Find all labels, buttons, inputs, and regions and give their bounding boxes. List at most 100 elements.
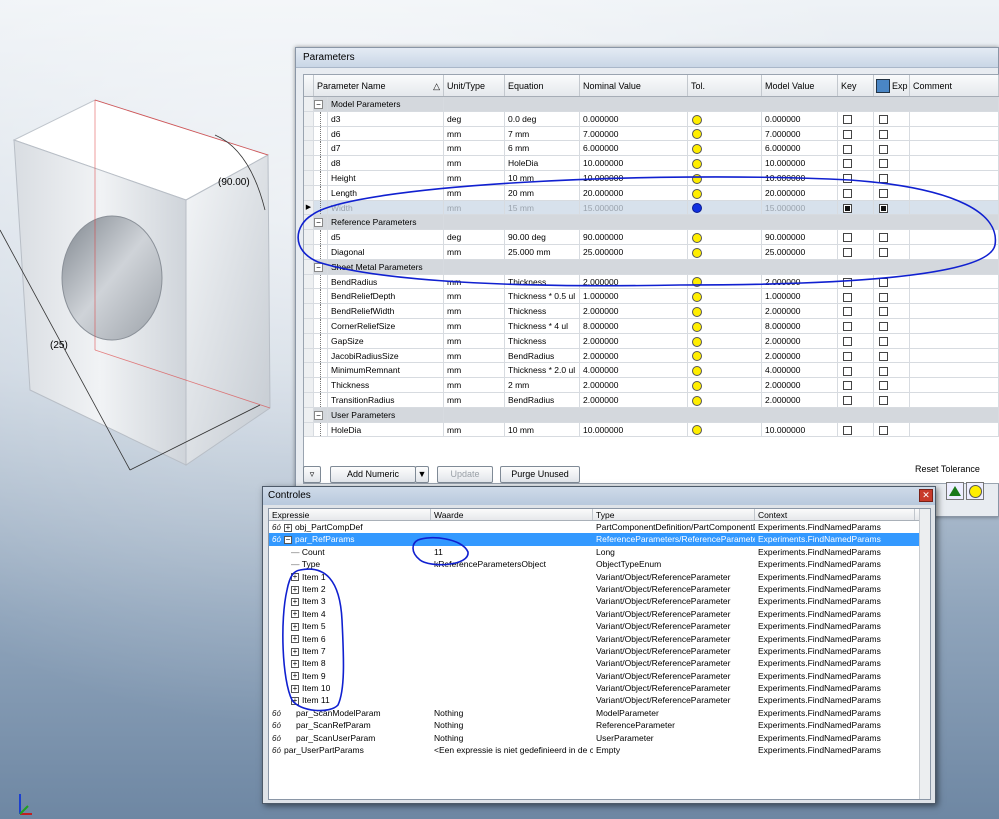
parameter-name[interactable]: JacobiRadiusSize bbox=[328, 348, 444, 363]
parameter-unit[interactable]: deg bbox=[444, 111, 505, 126]
parameter-name[interactable]: Width bbox=[328, 200, 444, 215]
row-selector[interactable]: ▶ bbox=[304, 200, 314, 215]
parameter-tolerance[interactable] bbox=[688, 156, 762, 170]
watch-expression-cell[interactable]: + Item 7 bbox=[269, 645, 431, 657]
parameter-unit[interactable]: mm bbox=[444, 156, 505, 170]
parameter-row[interactable]: GapSize mm Thickness 2.000000 2.000000 bbox=[304, 333, 999, 349]
parameter-group-row[interactable]: − Model Parameters bbox=[304, 97, 999, 112]
parameter-row[interactable]: Thickness mm 2 mm 2.000000 2.000000 bbox=[304, 378, 999, 393]
parameter-equation[interactable]: 7 mm bbox=[505, 126, 580, 141]
row-selector[interactable] bbox=[304, 97, 314, 111]
parameter-name[interactable]: d6 bbox=[328, 126, 444, 141]
watch-row[interactable]: 6ó par_ScanModelParam Nothing ModelParamete… bbox=[269, 707, 930, 719]
watch-row[interactable]: + Item 10 Variant/Object/ReferenceParamete… bbox=[269, 682, 930, 694]
parameter-row[interactable]: d6 mm 7 mm 7.000000 7.000000 bbox=[304, 126, 999, 142]
key-checkbox[interactable] bbox=[843, 189, 852, 199]
row-selector[interactable] bbox=[304, 126, 314, 141]
parameter-equation[interactable]: 90.00 deg bbox=[505, 230, 580, 244]
parameter-row[interactable]: d5 deg 90.00 deg 90.000000 90.000000 bbox=[304, 230, 999, 245]
key-checkbox[interactable] bbox=[843, 337, 852, 346]
expand-icon[interactable]: + bbox=[291, 598, 299, 607]
watch-row[interactable]: — Count 11 Long Experiments.FindNamedParams bbox=[269, 546, 930, 558]
watch-row[interactable]: + Item 2 Variant/Object/ReferenceParameter… bbox=[269, 583, 930, 595]
tolerance-dot-icon[interactable] bbox=[692, 425, 702, 436]
parameter-tolerance[interactable] bbox=[688, 333, 762, 348]
header-parameter-name[interactable]: Parameter Name △ bbox=[314, 75, 444, 96]
parameter-row[interactable]: Height mm 10 mm 10.000000 10.000000 bbox=[304, 170, 999, 186]
parameter-name[interactable]: HoleDia bbox=[328, 422, 444, 437]
header-nominal[interactable]: Nominal Value bbox=[580, 75, 688, 96]
parameter-tolerance[interactable] bbox=[688, 304, 762, 318]
parameter-row[interactable]: Length mm 20 mm 20.000000 20.000000 bbox=[304, 185, 999, 201]
parameter-tolerance[interactable] bbox=[688, 289, 762, 304]
parameter-name[interactable]: BendReliefDepth bbox=[328, 289, 444, 304]
key-checkbox[interactable] bbox=[843, 159, 852, 169]
key-checkbox[interactable] bbox=[843, 203, 852, 213]
parameter-equation[interactable]: 2 mm bbox=[505, 378, 580, 392]
parameter-comment[interactable] bbox=[910, 363, 999, 378]
parameter-name[interactable]: d5 bbox=[328, 230, 444, 244]
parameter-tolerance[interactable] bbox=[688, 318, 762, 333]
watch-row[interactable]: 6ó − par_RefParams ReferenceParameters/Refe… bbox=[269, 533, 930, 546]
parameter-group-row[interactable]: − Sheet Metal Parameters bbox=[304, 259, 999, 275]
parameter-group-row[interactable]: − Reference Parameters bbox=[304, 215, 999, 231]
parameter-equation[interactable]: Thickness bbox=[505, 304, 580, 318]
sort-triangle-icon[interactable]: △ bbox=[433, 75, 440, 96]
watch-row[interactable]: + Item 4 Variant/Object/ReferenceParameter… bbox=[269, 608, 930, 620]
parameter-row[interactable]: BendReliefDepth mm Thickness * 0.5 ul 1.000… bbox=[304, 289, 999, 305]
key-checkbox[interactable] bbox=[843, 129, 852, 139]
expand-icon[interactable]: + bbox=[291, 635, 299, 644]
tolerance-dot-icon[interactable] bbox=[692, 380, 702, 391]
row-selector[interactable] bbox=[304, 215, 314, 230]
tolerance-dot-icon[interactable] bbox=[692, 336, 702, 347]
parameter-unit[interactable]: mm bbox=[444, 392, 505, 407]
key-checkbox[interactable] bbox=[843, 307, 852, 317]
expand-icon[interactable]: + bbox=[291, 622, 299, 631]
parameter-row[interactable]: MinimumRemnant mm Thickness * 2.0 ul 4.0000… bbox=[304, 363, 999, 379]
watch-expression-cell[interactable]: — Count bbox=[269, 546, 431, 558]
parameter-tolerance[interactable] bbox=[688, 348, 762, 363]
parameter-comment[interactable] bbox=[910, 244, 999, 259]
parameter-name[interactable]: BendRadius bbox=[328, 274, 444, 289]
parameter-equation[interactable]: 25.000 mm bbox=[505, 244, 580, 259]
parameter-equation[interactable]: Thickness * 0.5 ul bbox=[505, 289, 580, 304]
parameter-unit[interactable]: mm bbox=[444, 200, 505, 215]
parameter-unit[interactable]: mm bbox=[444, 185, 505, 200]
parameter-name[interactable]: MinimumRemnant bbox=[328, 363, 444, 378]
tree-toggle[interactable]: − bbox=[314, 215, 328, 230]
row-selector[interactable] bbox=[304, 259, 314, 274]
watch-expression-cell[interactable]: 6ó par_ScanRefParam bbox=[269, 719, 431, 731]
parameter-name[interactable]: CornerReliefSize bbox=[328, 318, 444, 333]
parameter-comment[interactable] bbox=[910, 156, 999, 170]
parameter-unit[interactable]: mm bbox=[444, 333, 505, 348]
parameter-comment[interactable] bbox=[910, 392, 999, 407]
update-button[interactable]: Update bbox=[437, 466, 493, 483]
row-selector[interactable] bbox=[304, 363, 314, 378]
watch-row[interactable]: 6ó par_ScanUserParam Nothing UserParameter E… bbox=[269, 732, 930, 744]
expand-icon[interactable]: + bbox=[291, 660, 299, 669]
key-checkbox[interactable] bbox=[843, 174, 852, 184]
watch-expression-cell[interactable]: + Item 8 bbox=[269, 657, 431, 669]
export-checkbox[interactable] bbox=[879, 174, 888, 184]
watch-row[interactable]: + Item 7 Variant/Object/ReferenceParameter… bbox=[269, 645, 930, 657]
parameter-tolerance[interactable] bbox=[688, 378, 762, 392]
header-expressie[interactable]: Expressie bbox=[269, 509, 431, 520]
3d-part-view[interactable]: (90.00) (25) bbox=[0, 90, 300, 510]
add-numeric-dropdown[interactable]: ▼ bbox=[415, 466, 429, 483]
expand-icon[interactable]: + bbox=[291, 585, 299, 594]
parameter-tolerance[interactable] bbox=[688, 200, 762, 215]
purge-unused-button[interactable]: Purge Unused bbox=[500, 466, 580, 483]
key-checkbox[interactable] bbox=[843, 366, 852, 376]
row-selector[interactable] bbox=[304, 407, 314, 422]
header-key[interactable]: Key bbox=[838, 75, 874, 96]
tolerance-dot-icon[interactable] bbox=[692, 232, 702, 243]
parameter-group-row[interactable]: − User Parameters bbox=[304, 407, 999, 423]
parameter-name[interactable]: Diagonal bbox=[328, 244, 444, 259]
parameter-equation[interactable]: BendRadius bbox=[505, 392, 580, 407]
parameter-comment[interactable] bbox=[910, 126, 999, 141]
tolerance-dot-icon[interactable] bbox=[692, 395, 702, 406]
parameter-row[interactable]: BendReliefWidth mm Thickness 2.000000 2.0000… bbox=[304, 304, 999, 319]
parameter-row[interactable]: d3 deg 0.0 deg 0.000000 0.000000 bbox=[304, 111, 999, 127]
watch-expression-cell[interactable]: + Item 6 bbox=[269, 633, 431, 645]
export-checkbox[interactable] bbox=[879, 381, 888, 391]
